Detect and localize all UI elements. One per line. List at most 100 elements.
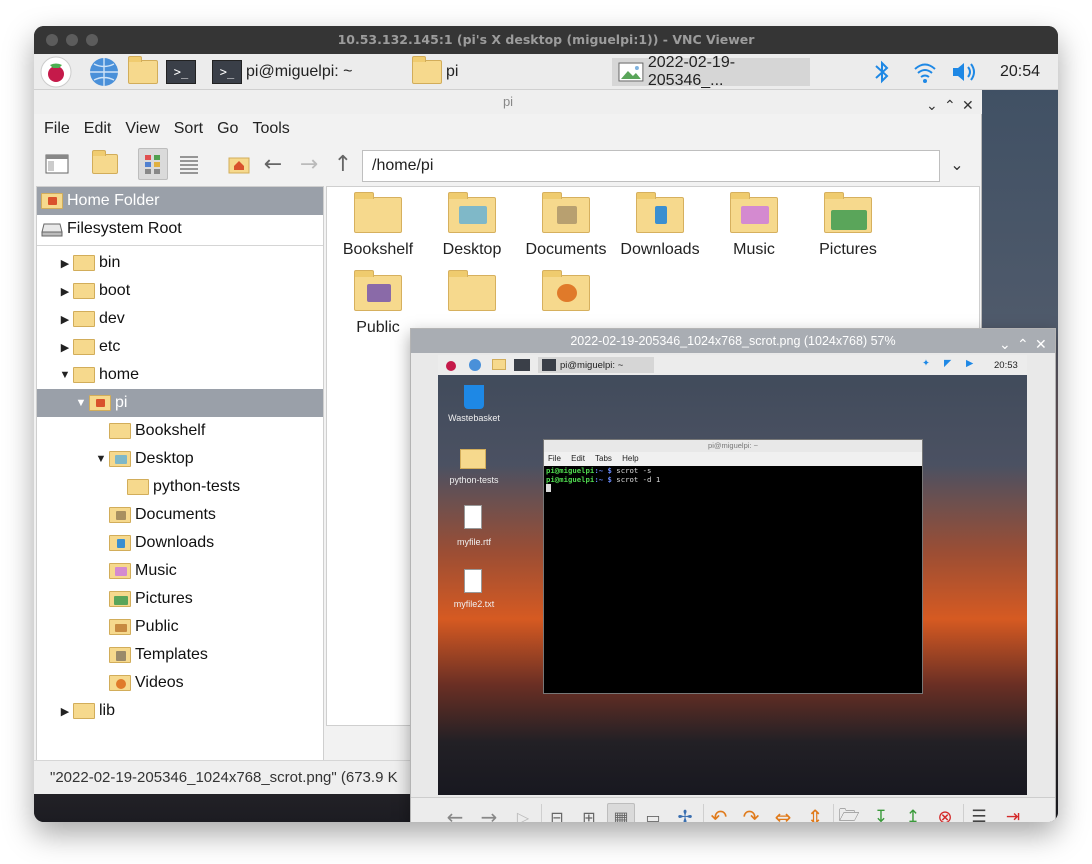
item-label: Bookshelf xyxy=(342,241,414,258)
next-image-button[interactable]: → xyxy=(475,803,503,822)
close-icon[interactable]: ✕ xyxy=(1035,332,1047,356)
menu-sort[interactable]: Sort xyxy=(164,114,203,144)
bluetooth-icon[interactable] xyxy=(872,58,892,86)
tree-label: lib xyxy=(99,702,116,719)
collapse-icon[interactable]: ▼ xyxy=(93,453,109,465)
task-image-viewer[interactable]: 2022-02-19-205346_... xyxy=(612,54,810,89)
tree-item-etc[interactable]: ▶ etc xyxy=(37,333,323,361)
tree-item-downloads[interactable]: Downloads xyxy=(37,529,323,557)
icon-view-button[interactable] xyxy=(138,148,168,180)
expand-icon[interactable]: ▶ xyxy=(57,341,73,354)
list-view-button[interactable] xyxy=(174,148,204,180)
folder-item-pictures[interactable]: Pictures xyxy=(803,192,893,259)
music-folder-icon xyxy=(109,563,131,579)
expand-icon[interactable]: ▶ xyxy=(57,285,73,298)
quit-button[interactable]: ⇥ xyxy=(999,803,1027,822)
expand-icon[interactable]: ▶ xyxy=(57,257,73,270)
folder-item-music[interactable]: Music xyxy=(709,192,799,259)
tree-label: Templates xyxy=(135,646,208,663)
tree-item-pictures[interactable]: Pictures xyxy=(37,585,323,613)
tree-item-home[interactable]: ▼ home xyxy=(37,361,323,389)
tree-item-public[interactable]: Public xyxy=(37,613,323,641)
task-terminal[interactable]: >_ pi@miguelpi: ~ xyxy=(212,58,402,86)
minimize-traffic-light[interactable] xyxy=(66,34,78,46)
home-button[interactable] xyxy=(224,148,254,180)
new-folder-button[interactable] xyxy=(90,148,120,180)
menu-tools[interactable]: Tools xyxy=(242,114,289,144)
raspberry-menu-button[interactable] xyxy=(40,56,72,88)
tree-item-music[interactable]: Music xyxy=(37,557,323,585)
wifi-icon[interactable] xyxy=(912,58,938,86)
desktop-folder-icon xyxy=(109,451,131,467)
tree-item-desktop[interactable]: ▼ Desktop xyxy=(37,445,323,473)
zoom-traffic-light[interactable] xyxy=(86,34,98,46)
clock[interactable]: 20:54 xyxy=(1000,58,1040,86)
place-filesystem-root[interactable]: Filesystem Root xyxy=(37,215,323,243)
task-file-manager[interactable]: pi xyxy=(412,56,602,86)
tree-item-documents[interactable]: Documents xyxy=(37,501,323,529)
expand-icon[interactable]: ▶ xyxy=(57,313,73,326)
menu-view[interactable]: View xyxy=(115,114,159,144)
tree-label: boot xyxy=(99,282,131,299)
folder-item-bookshelf[interactable]: Bookshelf xyxy=(333,192,423,259)
rotate-ccw-button[interactable]: ↶ xyxy=(705,803,733,822)
forward-button[interactable]: → xyxy=(294,148,324,180)
delete-button[interactable]: ⊗ xyxy=(931,803,959,823)
folder-item-templates[interactable] xyxy=(427,270,517,319)
menu-file[interactable]: File xyxy=(34,114,70,144)
fullscreen-button[interactable]: ✢ xyxy=(671,803,699,823)
flip-horizontal-button[interactable]: ⇔ xyxy=(769,803,797,822)
menu-go[interactable]: Go xyxy=(207,114,238,144)
arrow-right-icon: → xyxy=(299,151,319,177)
chevron-down-icon[interactable]: ⌄ xyxy=(999,332,1011,356)
raspberry-icon xyxy=(40,56,72,88)
menu-edit[interactable]: Edit xyxy=(74,114,112,144)
preferences-button[interactable]: ☰ xyxy=(965,803,993,822)
zoom-out-button[interactable]: ⊟ xyxy=(543,803,571,823)
zoom-fit-button[interactable]: ▦ xyxy=(607,803,635,822)
expand-icon[interactable]: ▶ xyxy=(57,705,73,718)
tree-item-lib[interactable]: ▶ lib xyxy=(37,697,323,725)
file-manager-launcher[interactable] xyxy=(128,56,158,86)
browser-launcher[interactable] xyxy=(88,58,120,86)
terminal-icon xyxy=(514,359,530,371)
collapse-icon[interactable]: ▼ xyxy=(73,397,89,409)
folder-item-desktop[interactable]: Desktop xyxy=(427,192,517,259)
open-file-button[interactable]: 🗁 xyxy=(835,803,863,823)
zoom-in-button[interactable]: ⊞ xyxy=(575,803,603,823)
save-as-button[interactable]: ↥ xyxy=(899,803,927,822)
chevron-up-icon[interactable]: ⌃ xyxy=(1017,332,1029,356)
up-button[interactable]: ↑ xyxy=(328,148,358,180)
arrow-right-icon: → xyxy=(480,805,498,822)
rotate-cw-button[interactable]: ↷ xyxy=(737,803,765,822)
terminal-launcher[interactable]: >_ xyxy=(166,58,196,86)
tree-item-dev[interactable]: ▶ dev xyxy=(37,305,323,333)
volume-icon[interactable] xyxy=(950,58,980,86)
tree-item-pi[interactable]: ▼ pi xyxy=(37,389,323,417)
save-button[interactable]: ↧ xyxy=(867,803,895,822)
close-traffic-light[interactable] xyxy=(46,34,58,46)
path-history-button[interactable]: ⌄ xyxy=(942,148,972,180)
tree-item-bookshelf[interactable]: Bookshelf xyxy=(37,417,323,445)
tree-label: home xyxy=(99,366,140,383)
collapse-icon[interactable]: ▼ xyxy=(57,369,73,381)
flip-vertical-button[interactable]: ⇕ xyxy=(801,803,829,822)
slideshow-button[interactable]: ▷ xyxy=(509,803,537,823)
tree-item-boot[interactable]: ▶ boot xyxy=(37,277,323,305)
tree-item-templates[interactable]: Templates xyxy=(37,641,323,669)
zoom-original-button[interactable]: ▭ xyxy=(639,803,667,823)
tree-item-python-tests[interactable]: python-tests xyxy=(37,473,323,501)
place-home-folder[interactable]: Home Folder xyxy=(37,187,323,215)
remote-desktop: >_ >_ pi@miguelpi: ~ pi 2022-02-19-20534… xyxy=(34,54,1058,822)
desktop-icon-label: myfile.rtf xyxy=(456,537,491,547)
tree-item-bin[interactable]: ▶ bin xyxy=(37,249,323,277)
folder-item-documents[interactable]: Documents xyxy=(521,192,611,259)
path-input[interactable]: /home/pi xyxy=(362,150,940,182)
tree-item-videos[interactable]: Videos xyxy=(37,669,323,697)
previous-image-button[interactable]: ← xyxy=(441,803,469,822)
back-button[interactable]: ← xyxy=(258,148,288,180)
folder-item-downloads[interactable]: Downloads xyxy=(615,192,705,259)
new-window-button[interactable] xyxy=(42,148,72,180)
vnc-titlebar: 10.53.132.145:1 (pi's X desktop (miguelp… xyxy=(34,26,1058,54)
folder-item-videos[interactable] xyxy=(521,270,611,319)
